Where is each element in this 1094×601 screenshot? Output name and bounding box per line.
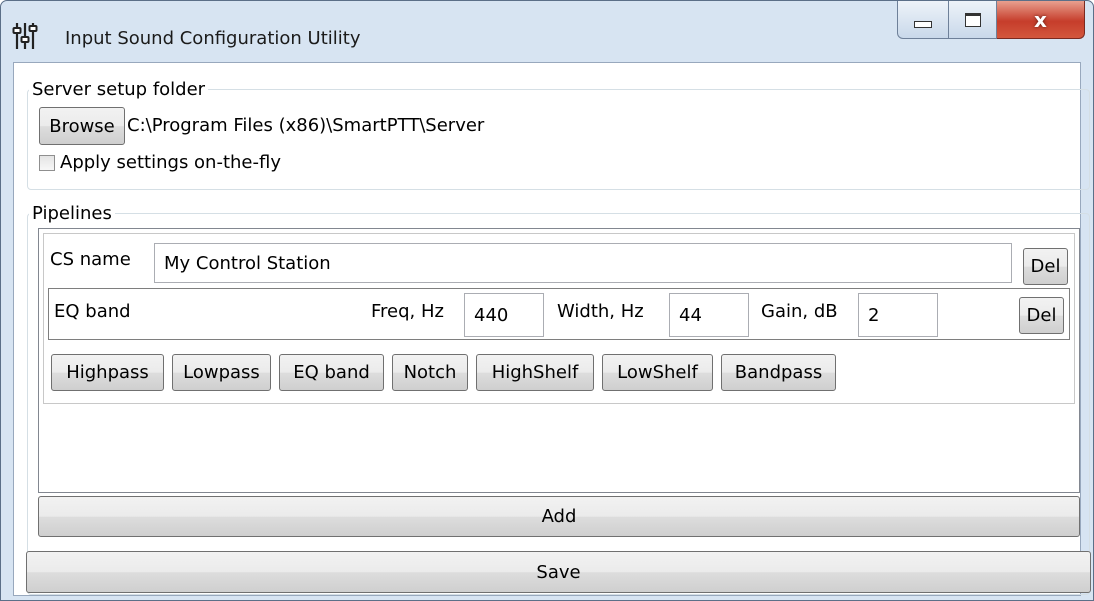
title-bar[interactable]: Input Sound Configuration Utility x [1, 1, 1093, 61]
maximize-button[interactable] [949, 1, 997, 39]
add-notch-button[interactable]: Notch [392, 354, 468, 391]
pipeline-item: CS name My Control Station Del EQ band F… [43, 233, 1075, 404]
delete-band-button[interactable]: Del [1019, 297, 1064, 334]
apply-on-the-fly-label[interactable]: Apply settings on-the-fly [60, 152, 281, 173]
app-window: Input Sound Configuration Utility x Serv… [0, 0, 1094, 601]
minimize-button[interactable] [897, 1, 949, 39]
add-highpass-button[interactable]: Highpass [51, 354, 164, 391]
add-pipeline-button[interactable]: Add [38, 496, 1080, 537]
window-title: Input Sound Configuration Utility [65, 28, 361, 49]
close-button[interactable]: x [997, 1, 1085, 39]
freq-input[interactable]: 440 [464, 293, 544, 337]
client-area: Server setup folder Browse C:\Program Fi… [13, 62, 1091, 596]
band-type-label: EQ band [54, 301, 131, 322]
server-setup-group-label: Server setup folder [29, 79, 209, 100]
add-bandpass-button[interactable]: Bandpass [721, 354, 836, 391]
pipeline-list: CS name My Control Station Del EQ band F… [38, 228, 1080, 493]
minimize-icon [914, 21, 932, 28]
apply-on-the-fly-checkbox[interactable] [39, 155, 55, 171]
width-input[interactable]: 44 [669, 293, 749, 337]
add-lowshelf-button[interactable]: LowShelf [602, 354, 713, 391]
pipelines-group-label: Pipelines [29, 203, 115, 224]
browse-button[interactable]: Browse [39, 107, 125, 145]
width-label: Width, Hz [557, 301, 644, 322]
add-highshelf-button[interactable]: HighShelf [476, 354, 594, 391]
gain-input[interactable]: 2 [858, 293, 938, 337]
add-eq-band-button[interactable]: EQ band [279, 354, 384, 391]
filter-band-row: EQ band Freq, Hz 440 Width, Hz 44 Gain, … [48, 288, 1070, 340]
maximize-icon [964, 12, 981, 27]
cs-name-input[interactable]: My Control Station [154, 243, 1012, 283]
save-button[interactable]: Save [26, 551, 1091, 593]
equalizer-sliders-icon [12, 23, 38, 49]
gain-label: Gain, dB [761, 301, 838, 322]
server-setup-group [27, 89, 1090, 190]
caption-buttons: x [897, 1, 1085, 41]
delete-pipeline-button[interactable]: Del [1023, 248, 1068, 285]
server-folder-path: C:\Program Files (x86)\SmartPTT\Server [127, 115, 485, 136]
freq-label: Freq, Hz [371, 301, 444, 322]
close-icon: x [1034, 7, 1047, 32]
add-lowpass-button[interactable]: Lowpass [172, 354, 271, 391]
cs-name-label: CS name [50, 249, 131, 270]
